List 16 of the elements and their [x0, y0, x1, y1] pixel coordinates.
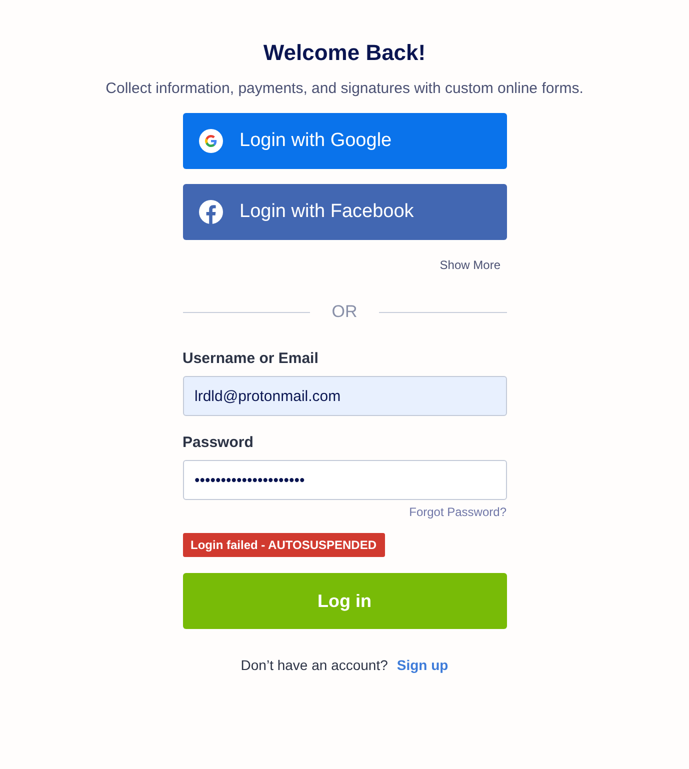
- sign-up-link[interactable]: Sign up: [396, 657, 448, 673]
- google-login-button[interactable]: Login with Google: [182, 113, 506, 169]
- footer-text: Don’t have an account?: [240, 657, 388, 673]
- error-message: Login failed - AUTOSUSPENDED: [182, 533, 385, 557]
- page-title: Welcome Back!: [263, 40, 426, 66]
- field-label: Password: [182, 434, 254, 451]
- google-icon: [198, 129, 222, 153]
- username-field[interactable]: lrdld@protonmail.com: [182, 376, 506, 416]
- show-more-link[interactable]: Show More: [440, 258, 500, 272]
- password-field[interactable]: •••••••••••••••••••••: [182, 460, 506, 500]
- field-label: Username or Email: [182, 350, 320, 367]
- divider-label: OR: [332, 302, 358, 322]
- subtitle: Collect information, payments, and signatures with custom online forms.: [106, 80, 584, 97]
- facebook-icon: [198, 200, 222, 224]
- forgot-password-link[interactable]: Forgot Password?: [409, 505, 506, 519]
- facebook-login-button[interactable]: Login with Facebook: [182, 184, 506, 240]
